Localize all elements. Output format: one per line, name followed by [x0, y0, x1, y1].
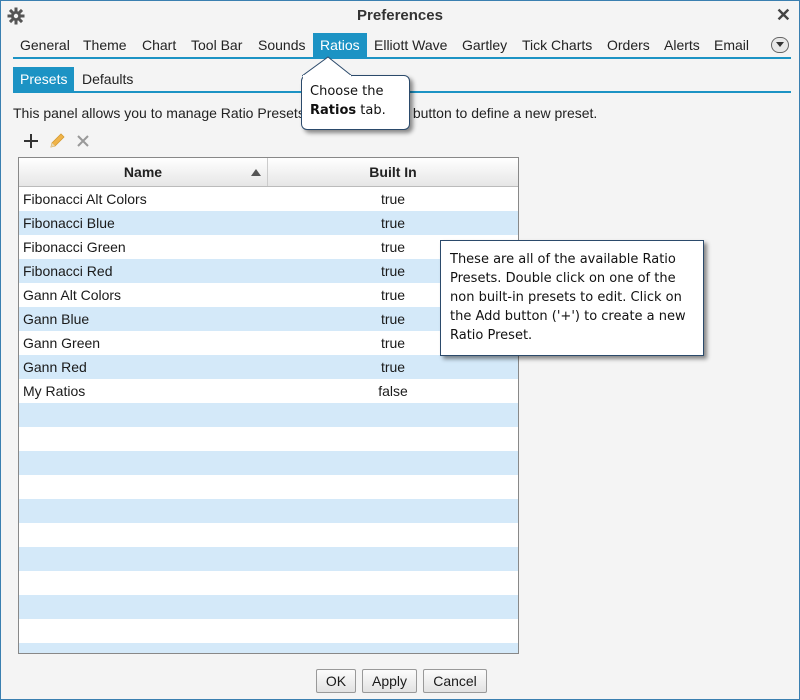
- callout-line-1: Choose the: [310, 84, 384, 99]
- tab-alerts[interactable]: Alerts: [657, 33, 707, 57]
- cell-built-in: true: [380, 191, 406, 207]
- empty-row: [19, 523, 518, 547]
- empty-row: [19, 403, 518, 427]
- tab-chart[interactable]: Chart: [135, 33, 183, 57]
- presets-table-callout: These are all of the available Ratio Pre…: [440, 240, 704, 356]
- cell-name: Fibonacci Blue: [23, 215, 115, 231]
- cell-name: Fibonacci Alt Colors: [23, 191, 147, 207]
- empty-row: [19, 547, 518, 571]
- x-icon[interactable]: [73, 131, 93, 151]
- column-header-built-in[interactable]: Built In: [268, 158, 518, 186]
- tab-theme[interactable]: Theme: [76, 33, 134, 57]
- callout-text-line: the Add button ('+') to create a new: [450, 309, 686, 324]
- cell-name: Fibonacci Green: [23, 239, 126, 255]
- empty-row: [19, 619, 518, 643]
- subtab-defaults[interactable]: Defaults: [75, 67, 140, 91]
- cell-name: Gann Green: [23, 335, 101, 351]
- empty-row: [19, 451, 518, 475]
- tab-email[interactable]: Email: [707, 33, 756, 57]
- callout-text-line: Ratio Preset.: [450, 328, 533, 343]
- tab-general[interactable]: General: [13, 33, 77, 57]
- tab-sounds[interactable]: Sounds: [251, 33, 312, 57]
- ratios-tab-callout: Choose the Ratios tab.: [301, 75, 410, 130]
- cell-name: Gann Blue: [23, 311, 90, 327]
- cell-built-in: true: [380, 359, 406, 375]
- empty-row: [19, 595, 518, 619]
- table-row[interactable]: My Ratios false: [19, 379, 518, 403]
- table-header: Name Built In: [19, 158, 518, 187]
- apply-button[interactable]: Apply: [362, 669, 417, 693]
- description-part-1: This panel allows you to manage Ratio Pr…: [13, 105, 305, 121]
- table-row[interactable]: Fibonacci Blue true: [19, 211, 518, 235]
- window-title: Preferences: [357, 7, 443, 24]
- empty-row: [19, 475, 518, 499]
- callout-line-2: Ratios tab.: [310, 101, 409, 120]
- table-row[interactable]: Gann Red true: [19, 355, 518, 379]
- cell-name: Gann Alt Colors: [23, 287, 122, 303]
- tab-ratios[interactable]: Ratios: [313, 33, 367, 57]
- cell-built-in: true: [380, 215, 406, 231]
- callout-text-line: These are all of the available Ratio: [450, 252, 676, 267]
- callout-rest: tab.: [356, 103, 386, 118]
- cell-name: Gann Red: [23, 359, 87, 375]
- subtab-presets[interactable]: Presets: [13, 67, 75, 91]
- tab-elliott-wave[interactable]: Elliott Wave: [367, 33, 454, 57]
- main-tab-bar: General Theme Chart Tool Bar Sounds Rati…: [13, 33, 791, 59]
- tab-gartley[interactable]: Gartley: [455, 33, 514, 57]
- callout-bold-word: Ratios: [310, 103, 357, 118]
- empty-row: [19, 499, 518, 523]
- callout-pointer: [302, 56, 353, 78]
- ratio-presets-table: Name Built In Fibonacci Alt Colors true F…: [18, 157, 519, 654]
- description-part-2: button to define a new preset.: [412, 105, 598, 121]
- tab-tool-bar[interactable]: Tool Bar: [184, 33, 249, 57]
- callout-text-line: non built-in presets to edit. Click on: [450, 290, 682, 305]
- cell-built-in: false: [378, 383, 408, 399]
- tab-overflow-chevron-icon[interactable]: [771, 37, 789, 53]
- empty-row: [19, 427, 518, 451]
- pencil-icon[interactable]: [47, 131, 67, 151]
- plus-icon[interactable]: [21, 131, 41, 151]
- tab-tick-charts[interactable]: Tick Charts: [515, 33, 599, 57]
- cell-name: My Ratios: [23, 383, 86, 399]
- callout-text-line: Presets. Double click on one of the: [450, 271, 676, 286]
- table-row[interactable]: Fibonacci Alt Colors true: [19, 187, 518, 211]
- empty-row: [19, 643, 518, 653]
- close-icon[interactable]: ✕: [776, 5, 791, 26]
- cell-name: Fibonacci Red: [23, 263, 113, 279]
- cancel-button[interactable]: Cancel: [423, 669, 487, 693]
- empty-row: [19, 571, 518, 595]
- sort-ascending-icon: [251, 169, 261, 176]
- ok-button[interactable]: OK: [316, 669, 356, 693]
- column-header-name[interactable]: Name: [19, 158, 268, 186]
- tab-orders[interactable]: Orders: [600, 33, 657, 57]
- title-bar: Preferences ✕: [1, 1, 799, 31]
